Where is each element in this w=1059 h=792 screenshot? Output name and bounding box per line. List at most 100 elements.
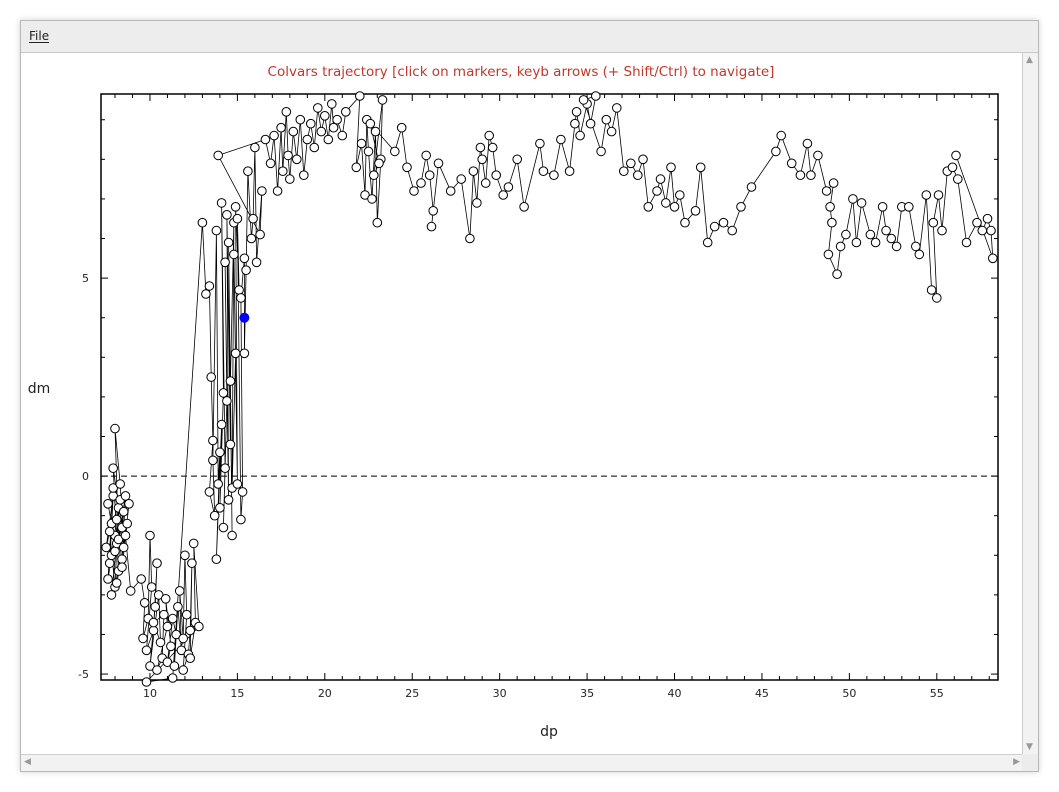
trajectory-marker[interactable] (103, 499, 113, 509)
trajectory-marker[interactable] (355, 91, 365, 101)
trajectory-marker[interactable] (982, 213, 993, 224)
trajectory-marker[interactable] (718, 217, 729, 228)
trajectory-marker[interactable] (225, 439, 236, 450)
trajectory-marker[interactable] (104, 558, 115, 569)
trajectory-marker[interactable] (519, 202, 529, 212)
trajectory-marker[interactable] (702, 237, 713, 248)
trajectory-marker[interactable] (835, 241, 846, 252)
trajectory-marker[interactable] (110, 546, 120, 557)
trajectory-marker[interactable] (223, 495, 234, 505)
scroll-up-icon[interactable]: ▲ (1026, 56, 1033, 65)
trajectory-marker[interactable] (167, 613, 178, 624)
trajectory-marker[interactable] (306, 118, 316, 129)
trajectory-marker[interactable] (230, 348, 241, 359)
trajectory-marker[interactable] (248, 213, 258, 224)
trajectory-marker[interactable] (152, 558, 162, 569)
trajectory-marker[interactable] (299, 170, 309, 180)
trajectory-marker[interactable] (150, 602, 160, 612)
trajectory-marker[interactable] (932, 293, 942, 303)
trajectory-marker[interactable] (947, 162, 958, 173)
trajectory-marker[interactable] (178, 633, 188, 644)
trajectory-marker[interactable] (675, 190, 685, 200)
trajectory-marker[interactable] (180, 550, 190, 561)
trajectory-marker[interactable] (185, 653, 195, 664)
trajectory-marker[interactable] (204, 281, 215, 291)
trajectory-marker[interactable] (166, 641, 176, 652)
trajectory-marker[interactable] (255, 229, 265, 240)
trajectory-marker[interactable] (575, 130, 585, 141)
trajectory-marker[interactable] (223, 237, 234, 248)
trajectory-marker[interactable] (211, 225, 222, 236)
trajectory-marker[interactable] (148, 617, 159, 628)
trajectory-marker[interactable] (197, 217, 208, 228)
scroll-down-icon[interactable]: ▼ (1026, 743, 1033, 752)
trajectory-marker[interactable] (110, 423, 120, 434)
trajectory-marker[interactable] (208, 435, 218, 446)
trajectory-marker[interactable] (332, 114, 342, 125)
trajectory-marker[interactable] (136, 574, 146, 584)
trajectory-marker[interactable] (564, 166, 575, 176)
trajectory-marker[interactable] (181, 609, 192, 620)
trajectory-marker[interactable] (152, 665, 162, 675)
trajectory-marker[interactable] (456, 174, 467, 184)
trajectory-marker[interactable] (390, 146, 400, 157)
trajectory-marker[interactable] (776, 130, 787, 141)
trajectory-marker[interactable] (596, 146, 606, 157)
trajectory-marker[interactable] (236, 514, 246, 525)
trajectory-marker[interactable] (276, 122, 286, 133)
trajectory-marker[interactable] (633, 170, 643, 180)
trajectory-marker[interactable] (480, 178, 491, 188)
trajectory-marker[interactable] (911, 241, 921, 252)
file-menu[interactable]: File (29, 29, 49, 43)
selected-frame-marker[interactable] (239, 312, 250, 323)
trajectory-marker[interactable] (229, 249, 239, 260)
trajectory-marker[interactable] (652, 186, 662, 196)
trajectory-marker[interactable] (416, 178, 426, 188)
trajectory-marker[interactable] (174, 586, 185, 596)
trajectory-marker[interactable] (877, 202, 888, 212)
horizontal-scrollbar[interactable]: ◀ ▶ (21, 754, 1023, 771)
trajectory-marker[interactable] (272, 186, 283, 196)
trajectory-marker[interactable] (475, 142, 486, 153)
trajectory-marker[interactable] (148, 625, 159, 636)
trajectory-marker[interactable] (736, 202, 746, 212)
trajectory-marker[interactable] (827, 217, 837, 228)
trajectory-marker[interactable] (138, 633, 148, 644)
trajectory-marker[interactable] (409, 186, 419, 196)
trajectory-marker[interactable] (937, 225, 947, 236)
trajectory-marker[interactable] (851, 237, 862, 248)
trajectory-marker[interactable] (578, 95, 589, 105)
trajectory-marker[interactable] (211, 554, 222, 565)
trajectory-marker[interactable] (823, 249, 834, 260)
trajectory-marker[interactable] (222, 210, 232, 220)
trajectory-marker[interactable] (227, 530, 237, 541)
trajectory-marker[interactable] (428, 206, 439, 216)
trajectory-marker[interactable] (377, 95, 388, 105)
trajectory-marker[interactable] (141, 645, 152, 656)
trajectory-marker[interactable] (538, 166, 549, 176)
trajectory-marker[interactable] (821, 186, 832, 196)
trajectory-marker[interactable] (160, 594, 171, 604)
trajectory-marker[interactable] (986, 225, 996, 236)
trajectory-marker[interactable] (283, 150, 293, 161)
trajectory-marker[interactable] (220, 463, 230, 474)
trajectory-marker[interactable] (356, 138, 367, 149)
trajectory-marker[interactable] (802, 138, 813, 149)
trajectory-marker[interactable] (302, 134, 313, 145)
trajectory-marker[interactable] (220, 257, 230, 268)
trajectory-marker[interactable] (309, 142, 320, 153)
trajectory-marker[interactable] (173, 602, 183, 612)
trajectory-marker[interactable] (619, 166, 629, 176)
trajectory-marker[interactable] (690, 206, 701, 216)
trajectory-marker[interactable] (108, 463, 118, 474)
trajectory-marker[interactable] (155, 637, 166, 648)
trajectory-marker[interactable] (655, 174, 666, 184)
trajectory-marker[interactable] (124, 499, 134, 509)
trajectory-marker[interactable] (709, 221, 720, 232)
trajectory-marker[interactable] (870, 237, 881, 248)
trajectory-marker[interactable] (626, 158, 636, 169)
trajectory-marker[interactable] (320, 111, 330, 121)
trajectory-marker[interactable] (825, 202, 835, 212)
trajectory-marker[interactable] (243, 166, 253, 176)
trajectory-marker[interactable] (269, 130, 279, 141)
